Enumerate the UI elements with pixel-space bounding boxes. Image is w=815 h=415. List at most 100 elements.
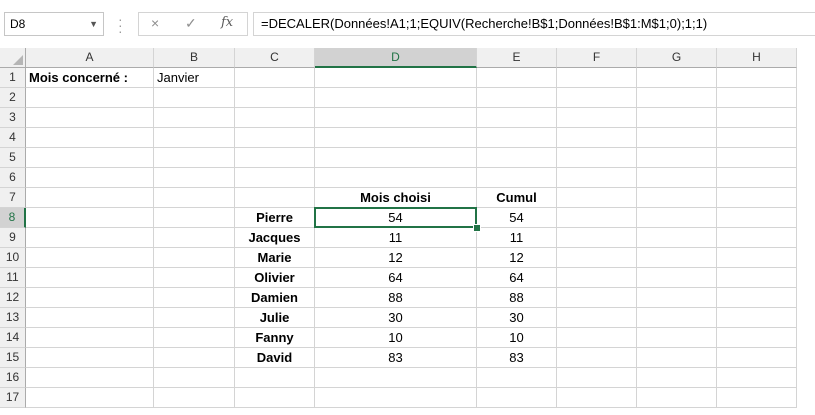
cell-a1[interactable]: Mois concerné : [26,68,154,88]
cell-d8[interactable]: 54 [315,208,477,228]
cell-c17[interactable] [235,388,315,408]
row-header-15[interactable]: 15 [0,348,26,368]
cell-d11[interactable]: 64 [315,268,477,288]
column-header-a[interactable]: A [26,48,154,68]
cell-d14[interactable]: 10 [315,328,477,348]
cell-e1[interactable] [477,68,557,88]
column-header-d[interactable]: D [315,48,477,68]
cell-d13[interactable]: 30 [315,308,477,328]
formula-input[interactable]: =DECALER(Données!A1;1;EQUIV(Recherche!B$… [253,12,815,36]
cell-g9[interactable] [637,228,717,248]
cell-c13[interactable]: Julie [235,308,315,328]
cell-d2[interactable] [315,88,477,108]
cell-a7[interactable] [26,188,154,208]
cell-c7[interactable] [235,188,315,208]
column-header-h[interactable]: H [717,48,797,68]
cell-h12[interactable] [717,288,797,308]
cell-a3[interactable] [26,108,154,128]
cell-b10[interactable] [154,248,235,268]
cell-d10[interactable]: 12 [315,248,477,268]
cell-e14[interactable]: 10 [477,328,557,348]
cell-b1[interactable]: Janvier [154,68,235,88]
column-header-c[interactable]: C [235,48,315,68]
cell-f17[interactable] [557,388,637,408]
row-header-2[interactable]: 2 [0,88,26,108]
cell-e7[interactable]: Cumul [477,188,557,208]
cell-e11[interactable]: 64 [477,268,557,288]
cell-c5[interactable] [235,148,315,168]
cell-h15[interactable] [717,348,797,368]
cell-h13[interactable] [717,308,797,328]
cell-c12[interactable]: Damien [235,288,315,308]
cell-b14[interactable] [154,328,235,348]
cell-e16[interactable] [477,368,557,388]
row-header-5[interactable]: 5 [0,148,26,168]
cell-h4[interactable] [717,128,797,148]
cell-b9[interactable] [154,228,235,248]
row-header-4[interactable]: 4 [0,128,26,148]
cell-b7[interactable] [154,188,235,208]
row-header-1[interactable]: 1 [0,68,26,88]
cell-f3[interactable] [557,108,637,128]
select-all-button[interactable] [0,48,26,68]
cell-d17[interactable] [315,388,477,408]
row-header-7[interactable]: 7 [0,188,26,208]
cell-g5[interactable] [637,148,717,168]
cell-f14[interactable] [557,328,637,348]
cell-d7[interactable]: Mois choisi [315,188,477,208]
cell-h14[interactable] [717,328,797,348]
cell-f1[interactable] [557,68,637,88]
chevron-down-icon[interactable]: ▼ [89,13,98,35]
cell-a9[interactable] [26,228,154,248]
cell-h17[interactable] [717,388,797,408]
cell-a8[interactable] [26,208,154,228]
cell-f16[interactable] [557,368,637,388]
cell-c1[interactable] [235,68,315,88]
cell-b2[interactable] [154,88,235,108]
cell-b3[interactable] [154,108,235,128]
cell-e12[interactable]: 88 [477,288,557,308]
cell-e8[interactable]: 54 [477,208,557,228]
cell-g11[interactable] [637,268,717,288]
cell-c14[interactable]: Fanny [235,328,315,348]
cell-f8[interactable] [557,208,637,228]
cell-f6[interactable] [557,168,637,188]
row-header-11[interactable]: 11 [0,268,26,288]
cell-f12[interactable] [557,288,637,308]
grip-icon[interactable]: · · · [118,12,123,38]
cell-d15[interactable]: 83 [315,348,477,368]
row-header-9[interactable]: 9 [0,228,26,248]
cell-c3[interactable] [235,108,315,128]
cell-g3[interactable] [637,108,717,128]
cell-b8[interactable] [154,208,235,228]
cell-b11[interactable] [154,268,235,288]
cell-g12[interactable] [637,288,717,308]
cell-a11[interactable] [26,268,154,288]
cell-a4[interactable] [26,128,154,148]
cell-h7[interactable] [717,188,797,208]
cell-e9[interactable]: 11 [477,228,557,248]
row-header-13[interactable]: 13 [0,308,26,328]
cell-h16[interactable] [717,368,797,388]
cell-a17[interactable] [26,388,154,408]
cell-g13[interactable] [637,308,717,328]
cell-e4[interactable] [477,128,557,148]
cancel-icon[interactable]: × [151,15,159,31]
cell-f7[interactable] [557,188,637,208]
column-header-b[interactable]: B [154,48,235,68]
cell-c9[interactable]: Jacques [235,228,315,248]
cell-g1[interactable] [637,68,717,88]
cell-d12[interactable]: 88 [315,288,477,308]
cell-e2[interactable] [477,88,557,108]
name-box[interactable]: D8 ▼ [4,12,104,36]
cell-a5[interactable] [26,148,154,168]
cell-g10[interactable] [637,248,717,268]
cell-g7[interactable] [637,188,717,208]
cell-h9[interactable] [717,228,797,248]
cell-d9[interactable]: 11 [315,228,477,248]
enter-icon[interactable]: ✓ [185,15,197,32]
cell-g17[interactable] [637,388,717,408]
cell-a14[interactable] [26,328,154,348]
cell-h3[interactable] [717,108,797,128]
cell-b15[interactable] [154,348,235,368]
